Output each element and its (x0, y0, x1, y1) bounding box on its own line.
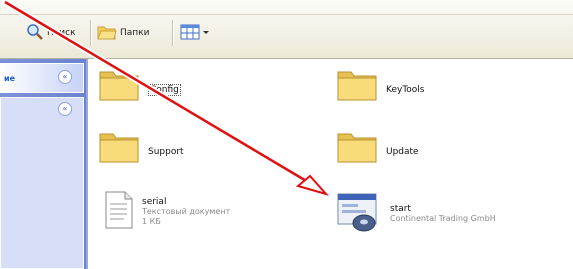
toolbar-separator (90, 20, 92, 46)
folder-icon (98, 128, 140, 168)
folder-item-support[interactable]: Support (98, 128, 184, 168)
file-item-serial[interactable]: serial Текстовый документ 1 КБ (104, 190, 230, 234)
search-label: Поиск (47, 28, 76, 38)
task-panel[interactable]: « (0, 97, 84, 269)
folder-icon (98, 66, 140, 106)
folders-label: Папки (120, 28, 150, 38)
panel-title: ие (4, 74, 16, 83)
folder-icon (336, 66, 378, 106)
folder-item-keytools[interactable]: KeyTools (336, 66, 425, 106)
file-size: 1 КБ (142, 217, 161, 226)
views-icon (180, 23, 210, 44)
folders-button[interactable]: Папки (97, 22, 149, 44)
pane-divider (86, 59, 88, 269)
folder-icon (336, 128, 378, 168)
folder-name: KeyTools (386, 84, 425, 95)
toolbar-separator (172, 20, 174, 46)
task-pane: ие « « (0, 59, 86, 269)
collapse-chevron-icon[interactable]: « (58, 70, 72, 84)
folder-name: Update (386, 146, 419, 157)
folder-item-config[interactable]: Config (98, 66, 181, 106)
menu-bar-edge (0, 14, 573, 15)
file-type: Текстовый документ (142, 207, 231, 216)
folder-name: Config (148, 83, 181, 96)
task-panel[interactable]: ие « (0, 63, 84, 93)
search-icon (26, 23, 44, 44)
file-item-start[interactable]: start Continental Trading GmbH (336, 190, 496, 238)
folder-name: Support (148, 146, 184, 157)
toolbar: Поиск Папки (0, 0, 573, 59)
folders-icon (97, 23, 117, 44)
folder-item-update[interactable]: Update (336, 128, 419, 168)
search-button[interactable]: Поиск (26, 22, 76, 44)
text-document-icon (104, 190, 134, 234)
views-button[interactable] (180, 22, 210, 44)
setup-icon (336, 190, 382, 238)
file-publisher: Continental Trading GmbH (390, 214, 496, 223)
file-name: start (390, 204, 411, 214)
collapse-chevron-icon[interactable]: « (58, 102, 72, 116)
file-name: serial (142, 197, 167, 207)
